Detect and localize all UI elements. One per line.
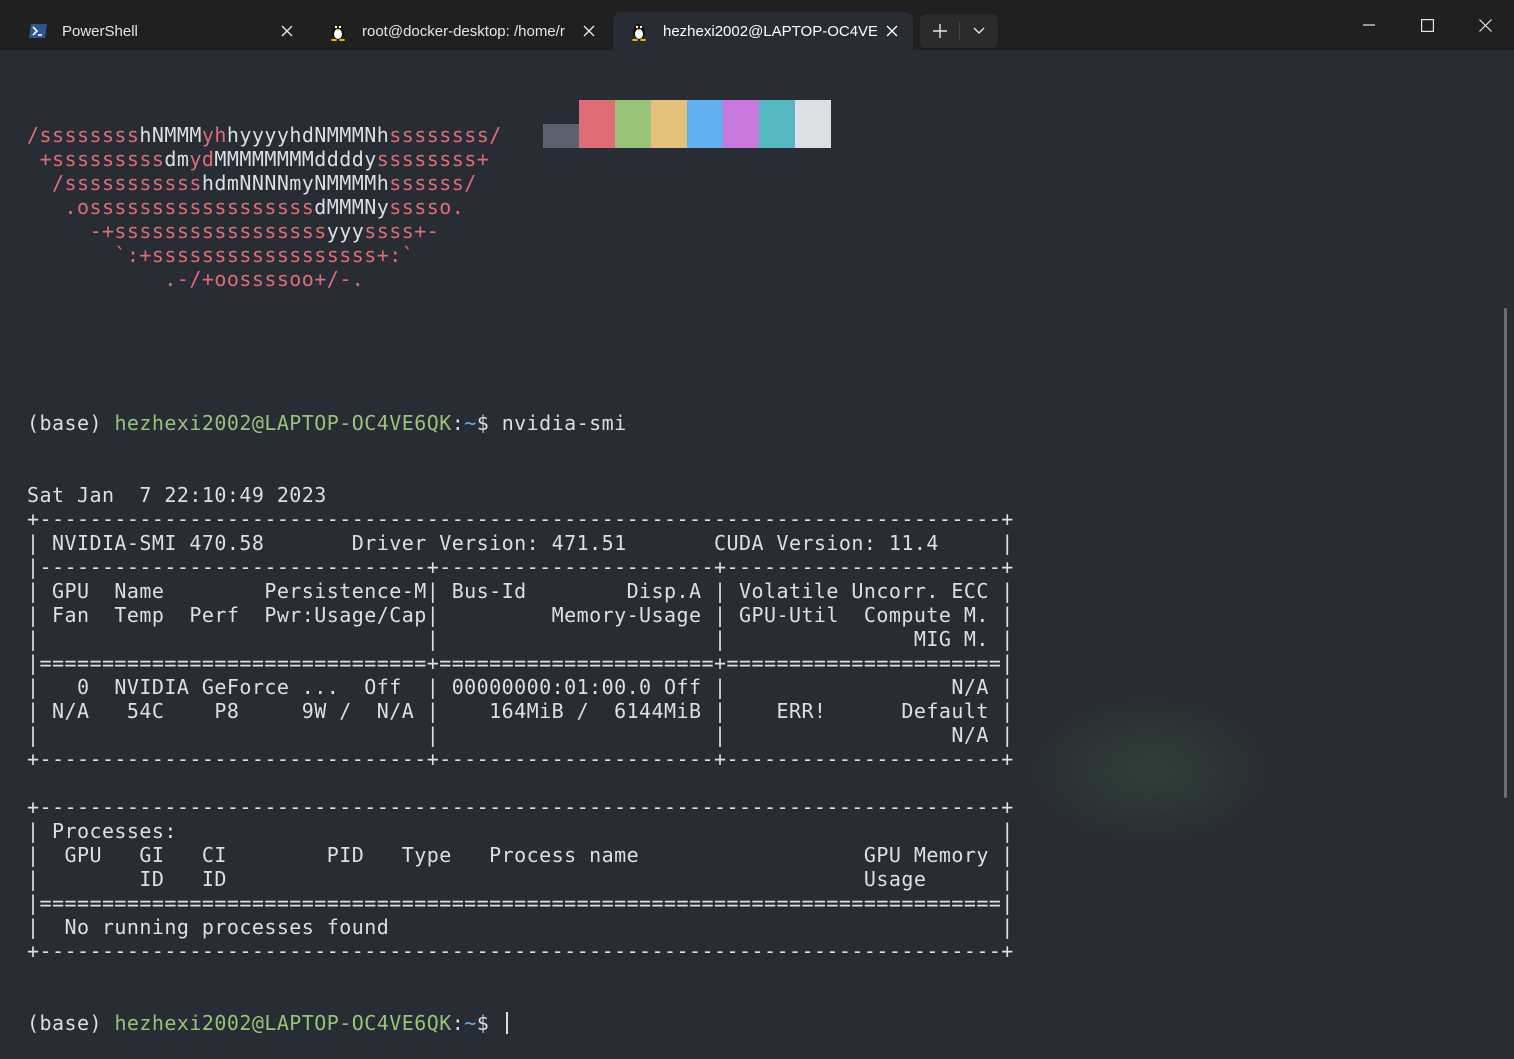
scrollbar[interactable] bbox=[1504, 308, 1507, 798]
output-line: +---------------------------------------… bbox=[27, 939, 1014, 963]
maximize-icon bbox=[1420, 18, 1434, 32]
output-line: +---------------------------------------… bbox=[27, 795, 1014, 819]
close-icon[interactable] bbox=[574, 16, 604, 46]
chevron-down-icon bbox=[973, 27, 984, 34]
output-line: |-------------------------------+-------… bbox=[27, 555, 1014, 579]
linux-penguin-icon bbox=[627, 19, 651, 43]
nvidia-smi-output: Sat Jan 7 22:10:49 2023 +----------------… bbox=[27, 483, 1014, 963]
output-line: | GPU Name Persistence-M| Bus-Id Disp.A … bbox=[27, 579, 1014, 603]
ascii-art-line: +sssssssssdmydMMMMMMMMddddyssssssss+ bbox=[27, 147, 490, 171]
divider bbox=[959, 22, 960, 40]
linux-penguin-icon bbox=[326, 19, 350, 43]
command-text: nvidia-smi bbox=[501, 411, 627, 435]
output-line: | N/A 54C P8 9W / N/A | 164MiB / 6144MiB… bbox=[27, 699, 1014, 723]
ascii-art-line: -+sssssssssssssssssyyyssss+- bbox=[27, 219, 440, 243]
tab-powershell[interactable]: PowerShell bbox=[12, 12, 308, 50]
output-line: |===============================+=======… bbox=[27, 651, 1014, 675]
output-line: | 0 NVIDIA GeForce ... Off | 00000000:01… bbox=[27, 675, 1014, 699]
new-tab-button[interactable] bbox=[920, 14, 959, 48]
ascii-art-line: `:+ssssssssssssssssss+:` bbox=[27, 243, 415, 267]
output-line: | | | N/A | bbox=[27, 723, 1014, 747]
tab-docker-desktop[interactable]: root@docker-desktop: /home/r bbox=[312, 12, 610, 50]
output-line: +-------------------------------+-------… bbox=[27, 747, 1014, 771]
prompt-line: (base) hezhexi2002@LAPTOP-OC4VE6QK:~$ nv… bbox=[27, 411, 627, 435]
output-line: | NVIDIA-SMI 470.58 Driver Version: 471.… bbox=[27, 531, 1014, 555]
plus-icon bbox=[932, 24, 947, 38]
close-icon[interactable] bbox=[272, 16, 302, 46]
output-line: | Fan Temp Perf Pwr:Usage/Cap| Memory-Us… bbox=[27, 603, 1014, 627]
ascii-art-line: .ossssssssssssssssssdMMMNysssso. bbox=[27, 195, 465, 219]
ascii-art-line: /sssssssshNMMMyhhyyyyhdNMMMNhssssssss/ bbox=[27, 123, 502, 147]
tab-dropdown-button[interactable] bbox=[959, 14, 998, 48]
minimize-icon bbox=[1363, 24, 1375, 26]
maximize-button[interactable] bbox=[1398, 0, 1456, 50]
output-line: | No running processes found | bbox=[27, 915, 1014, 939]
close-window-button[interactable] bbox=[1456, 0, 1514, 50]
ascii-art-line: .-/+oossssoo+/-. bbox=[27, 267, 365, 291]
new-tab-group bbox=[920, 14, 998, 48]
output-line: | | | MIG M. | bbox=[27, 627, 1014, 651]
minimize-button[interactable] bbox=[1340, 0, 1398, 50]
tab-label: root@docker-desktop: /home/r bbox=[362, 22, 565, 40]
tab-hezhexi2002[interactable]: hezhexi2002@LAPTOP-OC4VE bbox=[613, 12, 913, 50]
background-glow bbox=[1020, 690, 1280, 850]
neofetch-ascii-art: /sssssssshNMMMyhhyyyyhdNMMMNhssssssss/ +… bbox=[27, 123, 1014, 291]
close-icon[interactable] bbox=[877, 16, 907, 46]
text-cursor bbox=[505, 1012, 508, 1034]
current-prompt-line[interactable]: (base) hezhexi2002@LAPTOP-OC4VE6QK:~$ bbox=[27, 1011, 1014, 1035]
output-line: |=======================================… bbox=[27, 891, 1014, 915]
tab-label: hezhexi2002@LAPTOP-OC4VE bbox=[663, 22, 877, 40]
output-line: +---------------------------------------… bbox=[27, 507, 1014, 531]
close-icon bbox=[1478, 18, 1492, 32]
output-line: Sat Jan 7 22:10:49 2023 bbox=[27, 483, 327, 507]
output-line: | Processes: | bbox=[27, 819, 1014, 843]
powershell-icon bbox=[26, 19, 50, 43]
output-line: | ID ID Usage | bbox=[27, 867, 1014, 891]
tab-bar: PowerShell root@docker-desktop: /home/r … bbox=[0, 0, 1514, 50]
tab-label: PowerShell bbox=[62, 22, 138, 40]
output-line: | GPU GI CI PID Type Process name GPU Me… bbox=[27, 843, 1014, 867]
terminal-output[interactable]: /sssssssshNMMMyhhyyyyhdNMMMNhssssssss/ +… bbox=[27, 75, 1014, 1059]
ascii-art-line: /ssssssssssshdmNNNNmyNMMMMhssssss/ bbox=[27, 171, 477, 195]
